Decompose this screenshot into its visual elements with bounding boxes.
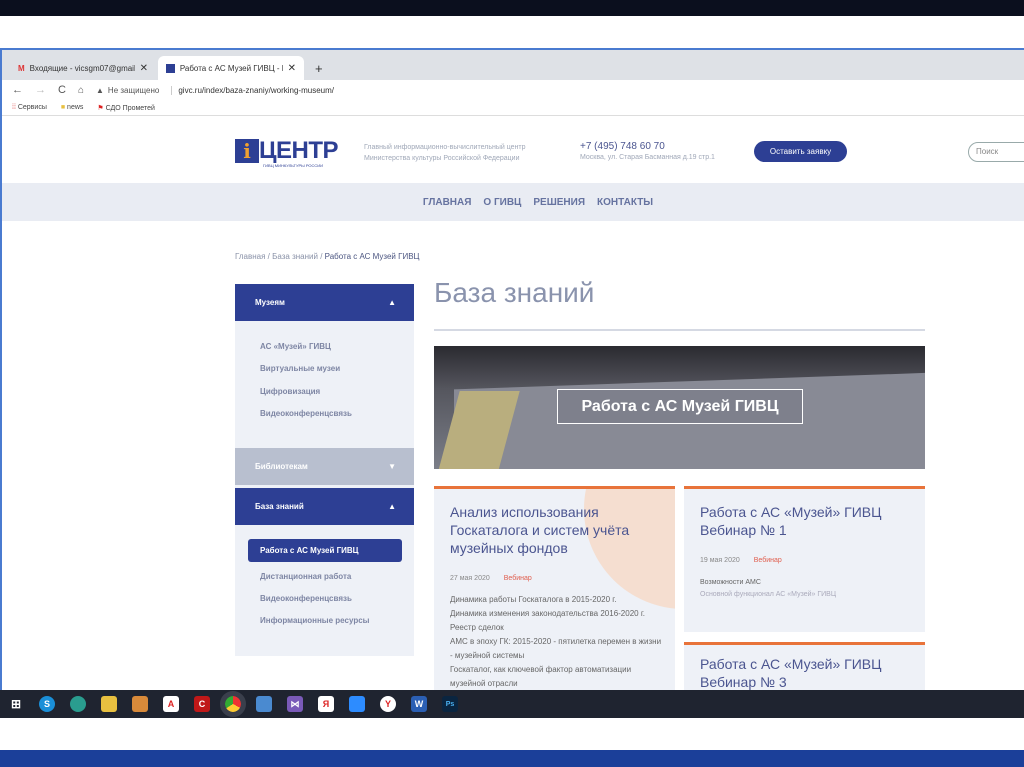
banner[interactable]: Работа с АС Музей ГИВЦ xyxy=(434,346,925,469)
photoshop-icon[interactable]: Ps xyxy=(442,696,458,712)
sidebar-item[interactable]: Информационные ресурсы xyxy=(260,616,370,625)
close-tab-icon[interactable]: ✕ xyxy=(140,63,148,74)
bookmark-services[interactable]: ⁞⁞ Сервисы xyxy=(12,104,47,111)
main-nav: ГЛАВНАЯ О ГИВЦ РЕШЕНИЯ КОНТАКТЫ xyxy=(2,183,1024,221)
chevron-down-icon: ▼ xyxy=(388,462,396,471)
card-tag[interactable]: Вебинар xyxy=(504,575,532,582)
sidebar-item[interactable]: АС «Музей» ГИВЦ xyxy=(260,342,331,351)
yandex-browser-icon[interactable]: Y xyxy=(380,696,396,712)
file-explorer-icon[interactable] xyxy=(101,696,117,712)
tab-gmail[interactable]: M Входящие - vicsgm07@gmail.co ✕ xyxy=(10,56,156,80)
visual-studio-icon[interactable]: ⋈ xyxy=(287,696,303,712)
gmail-icon: M xyxy=(18,63,25,73)
home-icon[interactable]: ⌂ xyxy=(78,85,84,96)
bookmark-news[interactable]: ■ news xyxy=(61,104,84,111)
breadcrumb: Главная / База знаний / Работа с АС Музе… xyxy=(235,252,420,261)
chevron-up-icon: ▲ xyxy=(388,502,396,511)
security-label[interactable]: Не защищено xyxy=(108,86,159,95)
contacts: +7 (495) 748 60 70 Москва, ул. Старая Ба… xyxy=(580,141,715,161)
edge-icon[interactable] xyxy=(70,696,86,712)
sidebar-kb[interactable]: База знаний ▲ xyxy=(235,488,414,525)
sidebar-item-active[interactable]: Работа с АС Музей ГИВЦ xyxy=(248,539,402,562)
chevron-up-icon: ▲ xyxy=(388,298,396,307)
divider xyxy=(434,329,925,331)
bookmarks-bar: ⁞⁞ Сервисы ■ news ⚑ СДО Прометей xyxy=(2,100,1024,116)
nav-contacts[interactable]: КОНТАКТЫ xyxy=(597,197,653,208)
banner-title: Работа с АС Музей ГИВЦ xyxy=(557,389,803,424)
sidebar-libraries[interactable]: Библиотекам ▼ xyxy=(235,448,414,485)
browser-window: M Входящие - vicsgm07@gmail.co ✕ Работа … xyxy=(0,48,1024,690)
new-tab-button[interactable]: + xyxy=(307,56,331,80)
card-title[interactable]: Работа с АС «Музей» ГИВЦ Вебинар № 1 xyxy=(700,503,915,539)
article-card[interactable]: Работа с АС «Музей» ГИВЦ Вебинар № 1 19 … xyxy=(684,486,925,632)
nav-home[interactable]: ГЛАВНАЯ xyxy=(423,197,472,208)
sidebar-item[interactable]: Виртуальные музеи xyxy=(260,364,340,373)
slide-top-band xyxy=(0,0,1024,16)
url-input[interactable]: givc.ru/index/baza-znaniy/working-museum… xyxy=(171,85,334,95)
article-card[interactable]: Анализ использования Госкаталога и систе… xyxy=(434,486,675,690)
yandex-disk-icon[interactable]: Я xyxy=(318,696,334,712)
back-icon[interactable]: ← xyxy=(12,84,23,96)
phone[interactable]: +7 (495) 748 60 70 xyxy=(580,141,715,152)
address-bar: ← → C ⌂ ▲ Не защищено givc.ru/index/baza… xyxy=(2,80,1024,100)
sidebar-item[interactable]: Видеоконференцсвязь xyxy=(260,594,352,603)
website: i ЦЕНТР ГИВЦ МИНКУЛЬТУРЫ РОССИИ Главный … xyxy=(2,117,1024,690)
sidebar-item[interactable]: Видеоконференцсвязь xyxy=(260,409,352,418)
cisco-webex-icon[interactable]: C xyxy=(194,696,210,712)
zoom-icon[interactable] xyxy=(349,696,365,712)
forward-icon[interactable]: → xyxy=(35,84,46,96)
sidebar: Музеям ▲ АС «Музей» ГИВЦ Виртуальные музе… xyxy=(235,284,414,656)
sidebar-item[interactable]: Дистанционная работа xyxy=(260,572,351,581)
windows-start-icon[interactable]: ⊞ xyxy=(8,696,24,712)
sidebar-museums[interactable]: Музеям ▲ xyxy=(235,284,414,321)
nav-about[interactable]: О ГИВЦ xyxy=(483,197,521,208)
tab-bar: M Входящие - vicsgm07@gmail.co ✕ Работа … xyxy=(2,50,1024,80)
card-title[interactable]: Анализ использования Госкаталога и систе… xyxy=(450,503,665,557)
card-title[interactable]: Работа с АС «Музей» ГИВЦ Вебинар № 3 xyxy=(700,655,915,690)
tab-givc[interactable]: Работа с АС Музей ГИВЦ - Глав ✕ xyxy=(158,56,304,80)
reload-icon[interactable]: C xyxy=(58,84,66,96)
search-input[interactable]: Поиск xyxy=(968,142,1024,162)
nav-solutions[interactable]: РЕШЕНИЯ xyxy=(533,197,585,208)
org-name: Главный информационно-вычислительный цен… xyxy=(364,144,526,162)
close-tab-icon[interactable]: ✕ xyxy=(288,63,296,74)
media-player-icon[interactable] xyxy=(132,696,148,712)
bookmark-sdo[interactable]: ⚑ СДО Прометей xyxy=(97,104,155,112)
warning-icon: ▲ xyxy=(96,85,104,95)
skype-icon[interactable]: S xyxy=(39,696,55,712)
sidebar-item[interactable]: Цифровизация xyxy=(260,387,320,396)
chrome-icon[interactable] xyxy=(220,691,246,717)
article-card[interactable]: Работа с АС «Музей» ГИВЦ Вебинар № 3 xyxy=(684,642,925,690)
acrobat-icon[interactable]: A xyxy=(163,696,179,712)
folder-icon: ■ xyxy=(60,104,66,111)
outlook-icon[interactable] xyxy=(256,696,272,712)
flag-icon: ⚑ xyxy=(97,104,104,112)
card-tag[interactable]: Вебинар xyxy=(754,557,782,564)
givc-icon xyxy=(166,63,175,73)
slide-bottom-band xyxy=(0,750,1024,767)
page-title: База знаний xyxy=(434,277,595,308)
apps-icon: ⁞⁞ xyxy=(12,104,16,111)
taskbar: ⊞ S A C ⋈ Я Y W Ps xyxy=(0,690,1024,718)
request-button[interactable]: Оставить заявку xyxy=(754,141,847,162)
site-logo[interactable]: i ЦЕНТР ГИВЦ МИНКУЛЬТУРЫ РОССИИ xyxy=(235,139,339,168)
word-icon[interactable]: W xyxy=(411,696,427,712)
